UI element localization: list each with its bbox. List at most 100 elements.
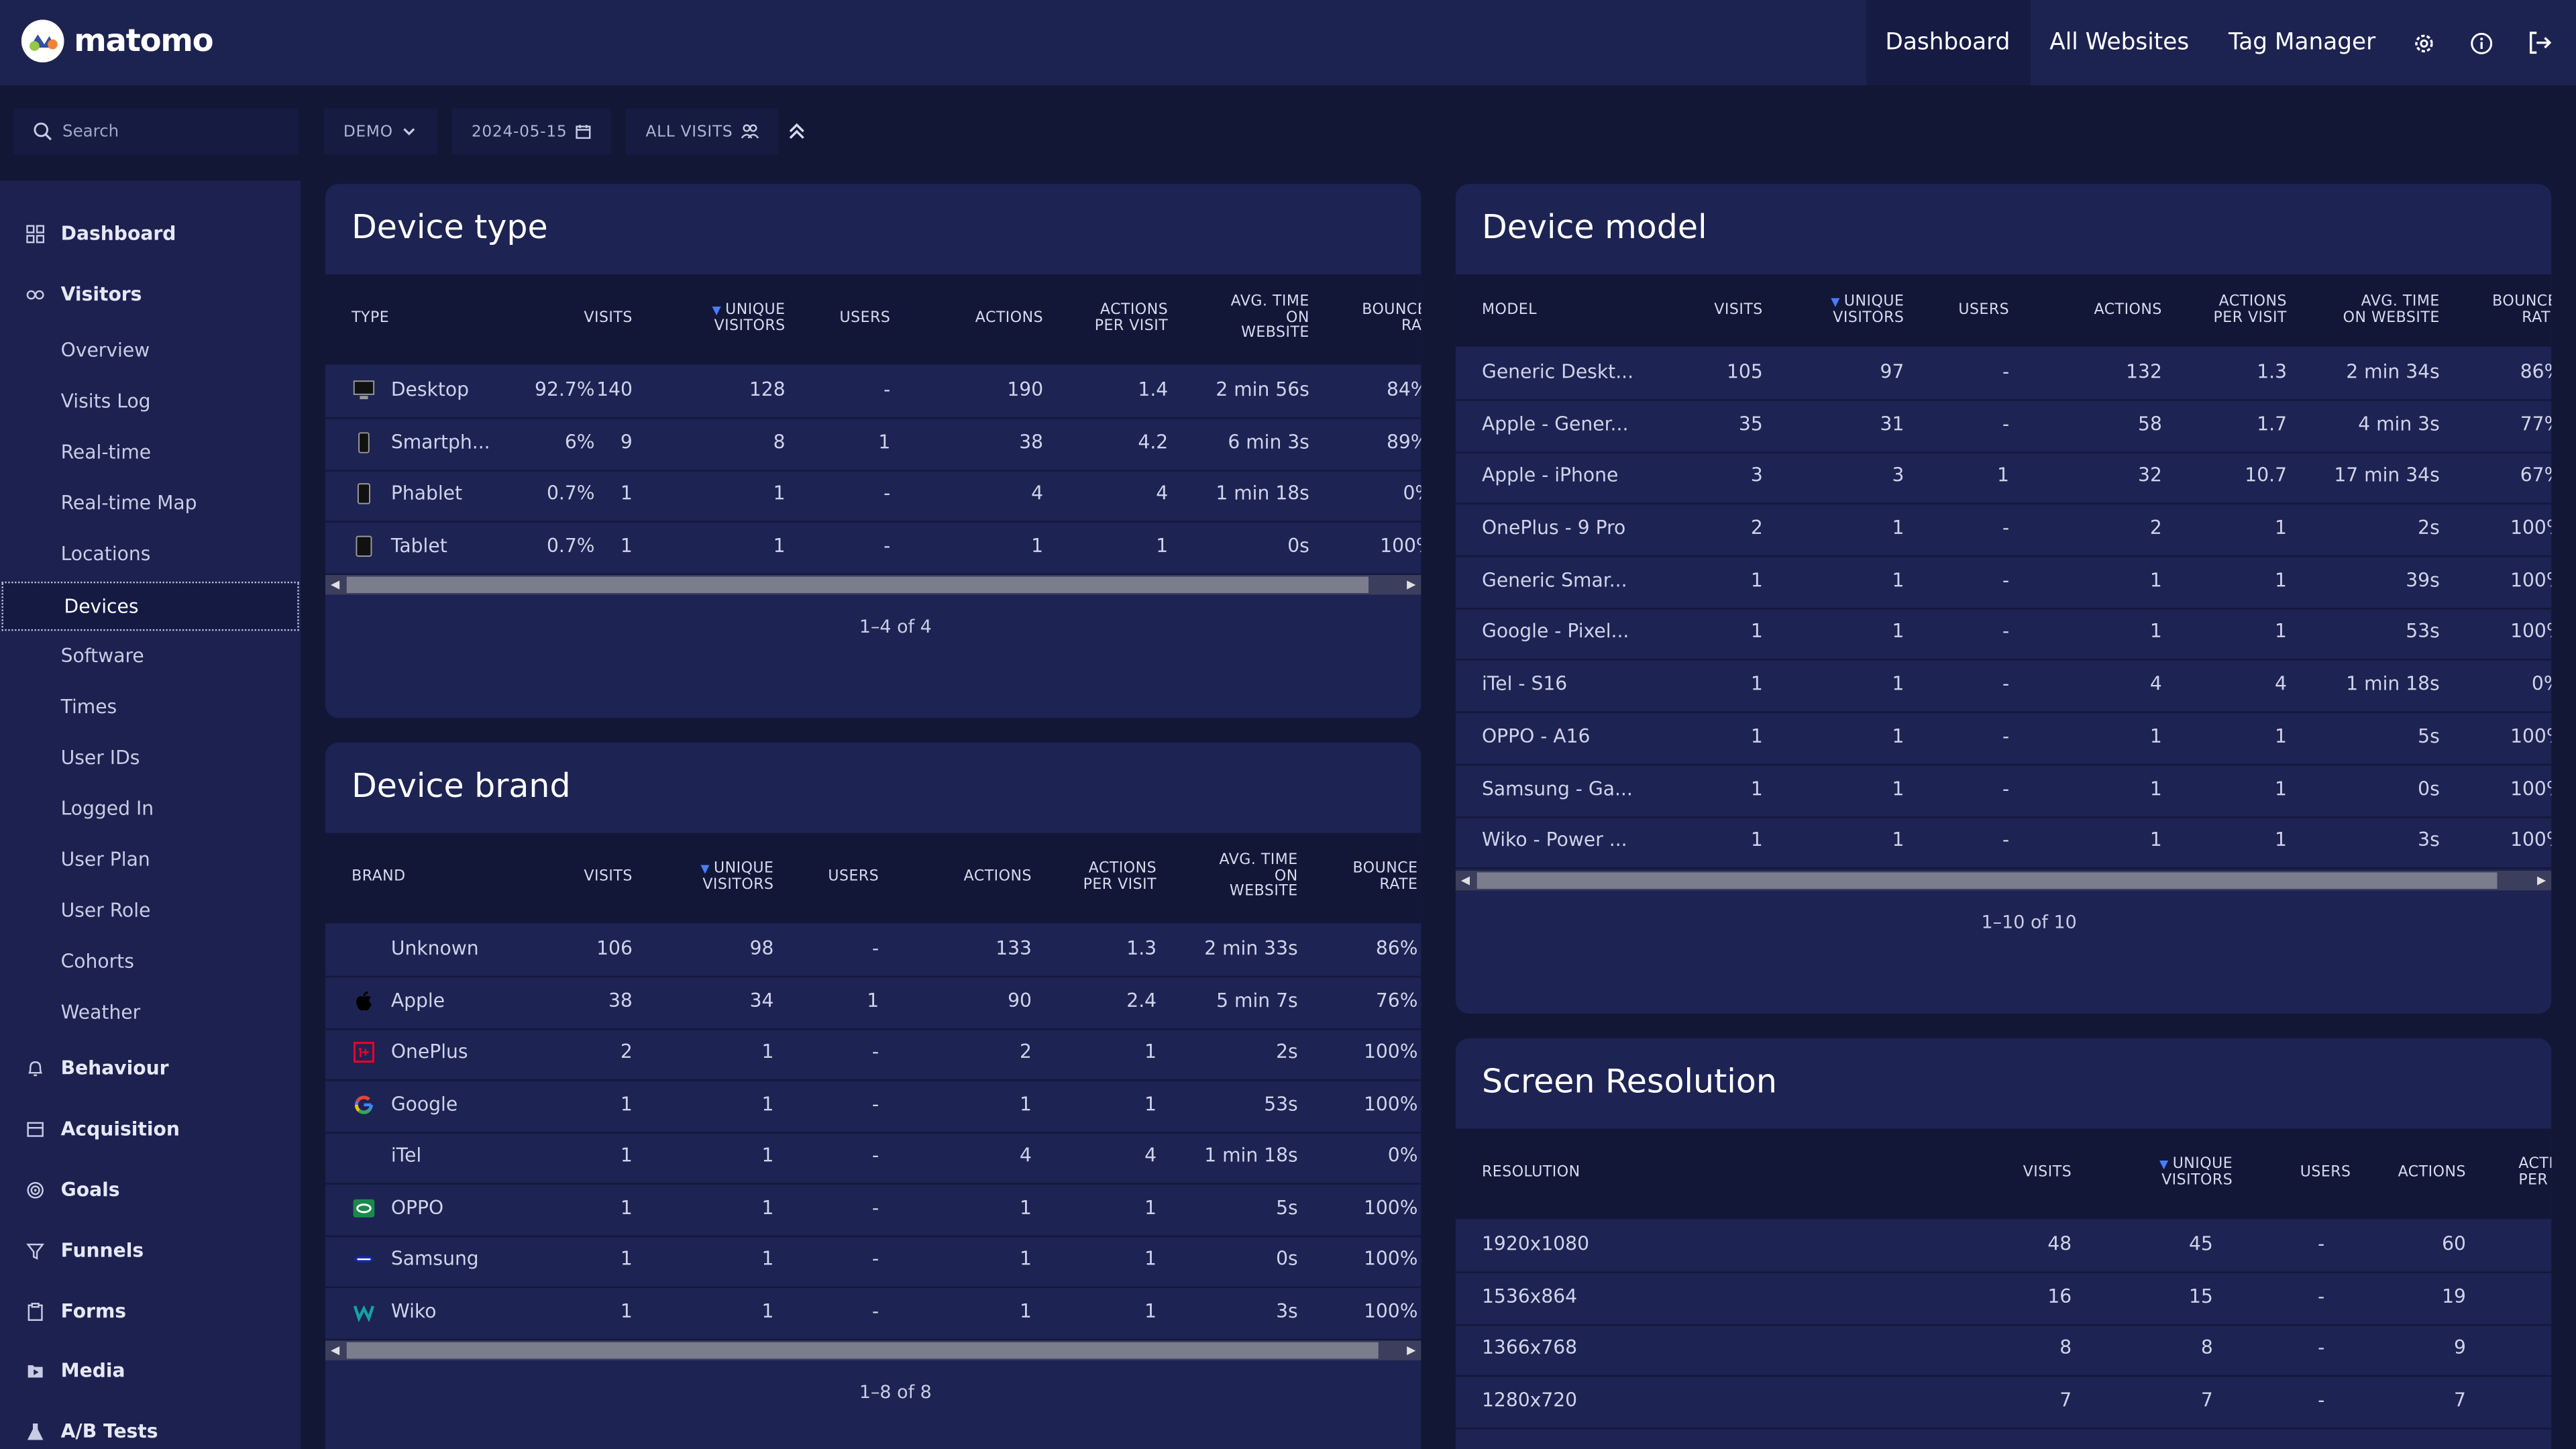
column-header-actions[interactable]: ACTIONS xyxy=(975,311,1043,327)
sidebar-section-ab-tests[interactable]: A/B Tests xyxy=(0,1406,301,1449)
segment-selector[interactable]: ALL VISITS xyxy=(626,108,780,155)
sidebar-section-goals[interactable]: Goals xyxy=(0,1165,301,1214)
scroll-right-icon[interactable]: ▶ xyxy=(2532,871,2551,890)
table-row[interactable]: Wiko - Power ... 1 1 - 1 1 3s 100% xyxy=(1455,815,2552,869)
column-header-brand[interactable]: BRAND xyxy=(352,870,406,886)
column-header-model[interactable]: MODEL xyxy=(1482,303,1537,319)
table-row[interactable]: Samsung - Ga... 1 1 - 1 1 0s 100% xyxy=(1455,764,2552,818)
table-row[interactable]: OnePlus 2 1 - 2 1 2s 100% xyxy=(325,1027,1421,1081)
column-header-resolution[interactable]: RESOLUTION xyxy=(1482,1166,1580,1182)
table-row[interactable]: Unknown 106 98 - 133 1.3 2 min 33s 86% xyxy=(325,923,1421,977)
sidebar-item-locations[interactable]: Locations xyxy=(0,529,301,578)
column-header-visits[interactable]: VISITS xyxy=(584,311,632,327)
sidebar-section-dashboard[interactable]: Dashboard xyxy=(0,209,301,258)
table-row[interactable]: iTel 1 1 - 4 4 1 min 18s 0% xyxy=(325,1130,1421,1184)
column-header-users[interactable]: USERS xyxy=(2300,1166,2351,1182)
logout-icon[interactable] xyxy=(2510,0,2576,85)
horizontal-scrollbar[interactable]: ◀ ▶ xyxy=(325,575,1421,595)
column-header-actions[interactable]: ACTIONS xyxy=(964,870,1032,886)
table-row[interactable]: 1366x768 8 8 - 9 xyxy=(1455,1322,2552,1377)
table-row[interactable]: 1280x720 7 7 - 7 xyxy=(1455,1375,2552,1429)
sidebar-section-forms[interactable]: Forms xyxy=(0,1287,301,1336)
table-row[interactable]: Generic Deskt... 105 97 - 132 1.3 2 min … xyxy=(1455,347,2552,400)
scroll-right-icon[interactable]: ▶ xyxy=(1401,1340,1421,1360)
topnav-tag-manager[interactable]: Tag Manager xyxy=(2209,0,2396,85)
sidebar-item-cohorts[interactable]: Cohorts xyxy=(0,936,301,985)
table-row[interactable]: Google - Pixel... 1 1 - 1 1 53s 100% xyxy=(1455,606,2552,660)
sidebar-item-visits-log[interactable]: Visits Log xyxy=(0,376,301,425)
table-row[interactable]: Tablet 0.7% 1 1 - 1 1 0s 100% xyxy=(325,521,1421,574)
column-header-unique-visitors[interactable]: ▼ UNIQUE VISITORS xyxy=(700,861,773,894)
scroll-right-icon[interactable]: ▶ xyxy=(1401,575,1421,594)
table-row[interactable]: Generic Smar... 1 1 - 1 1 39s 100% xyxy=(1455,555,2552,609)
sidebar-item-real-time-map[interactable]: Real-time Map xyxy=(0,478,301,527)
column-header-avg-time[interactable]: AVG. TIME ON WEBSITE xyxy=(2343,294,2440,327)
sidebar-item-user-ids[interactable]: User IDs xyxy=(0,733,301,782)
date-selector[interactable]: 2024-05-15 xyxy=(451,108,612,155)
table-row[interactable]: Wiko 1 1 - 1 1 3s 100% xyxy=(325,1287,1421,1340)
search-box[interactable]: Search xyxy=(13,108,299,155)
info-icon[interactable] xyxy=(2453,0,2510,85)
column-header-bounce-rate[interactable]: BOUNCERATE xyxy=(1362,303,1421,335)
topnav-all-websites[interactable]: All Websites xyxy=(2030,0,2209,85)
sidebar-item-times[interactable]: Times xyxy=(0,682,301,731)
sidebar-section-acquisition[interactable]: Acquisition xyxy=(0,1104,301,1153)
column-header-users[interactable]: USERS xyxy=(828,870,879,886)
table-row[interactable]: Apple - iPhone 3 3 1 32 10.7 17 min 34s … xyxy=(1455,450,2552,504)
table-row[interactable]: Apple - Gener... 35 31 - 58 1.7 4 min 3s… xyxy=(1455,399,2552,453)
column-header-visits[interactable]: VISITS xyxy=(584,870,632,886)
table-row[interactable]: Phablet 0.7% 1 1 - 4 4 1 min 18s 0% xyxy=(325,468,1421,522)
topnav-dashboard[interactable]: Dashboard xyxy=(1866,0,2030,86)
sidebar-item-overview[interactable]: Overview xyxy=(0,325,301,374)
table-row[interactable]: Google 1 1 - 1 1 53s 100% xyxy=(325,1079,1421,1133)
horizontal-scrollbar[interactable]: ◀ ▶ xyxy=(1455,870,2552,891)
column-header-unique-visitors[interactable]: ▼ UNIQUE VISITORS xyxy=(712,303,785,335)
sidebar-item-weather[interactable]: Weather xyxy=(0,987,301,1036)
sidebar-item-real-time[interactable]: Real-time xyxy=(0,427,301,476)
table-row[interactable]: iTel - S16 1 1 - 4 4 1 min 18s 0% xyxy=(1455,659,2552,712)
column-header-bounce-rate[interactable]: BOUNCERATE xyxy=(1353,861,1418,894)
matomo-logo[interactable]: matomo xyxy=(21,19,214,63)
sidebar-item-software[interactable]: Software xyxy=(0,631,301,680)
scroll-left-icon[interactable]: ◀ xyxy=(325,1340,345,1360)
scroll-left-icon[interactable]: ◀ xyxy=(325,575,345,594)
column-header-actions-per-visit[interactable]: ACTIONS PER VISIT xyxy=(1083,861,1157,894)
sidebar-item-logged-in[interactable]: Logged In xyxy=(0,784,301,833)
sidebar-section-funnels[interactable]: Funnels xyxy=(0,1226,301,1275)
sidebar-item-user-role[interactable]: User Role xyxy=(0,885,301,934)
sidebar-item-user-plan[interactable]: User Plan xyxy=(0,835,301,883)
scrollbar-thumb[interactable] xyxy=(346,576,1369,594)
column-header-unique-visitors[interactable]: ▼ UNIQUE VISITORS xyxy=(1831,294,1904,327)
sidebar-item-devices[interactable]: Devices xyxy=(1,581,299,631)
table-row[interactable]: OPPO 1 1 - 1 1 5s 100% xyxy=(325,1183,1421,1236)
gear-icon[interactable] xyxy=(2396,0,2453,85)
collapse-toggle-icon[interactable] xyxy=(786,118,808,150)
table-row[interactable]: OnePlus - 9 Pro 2 1 - 2 1 2s 100% xyxy=(1455,502,2552,556)
table-row[interactable]: Samsung 1 1 - 1 1 0s 100% xyxy=(325,1234,1421,1287)
table-row[interactable]: 1920x1080 48 45 - 60 xyxy=(1455,1219,2552,1273)
table-row[interactable]: Apple 38 34 1 90 2.4 5 min 7s 76% xyxy=(325,976,1421,1030)
sidebar-section-media[interactable]: Media xyxy=(0,1346,301,1395)
sidebar-section-behaviour[interactable]: Behaviour xyxy=(0,1043,301,1092)
column-header-actions-per-visit[interactable]: ACTIONS PER VISIT xyxy=(2213,294,2287,327)
scrollbar-thumb[interactable] xyxy=(1477,872,2498,889)
table-row[interactable]: Smartph... 6% 9 8 1 38 4.2 6 min 3s 89% xyxy=(325,417,1421,471)
table-row[interactable]: OPPO - A16 1 1 - 1 1 5s 100% xyxy=(1455,711,2552,765)
column-header-users[interactable]: USERS xyxy=(840,311,891,327)
column-header-avg-time[interactable]: AVG. TIME ON WEBSITE xyxy=(1220,853,1298,901)
horizontal-scrollbar[interactable]: ◀ ▶ xyxy=(325,1340,1421,1360)
scroll-left-icon[interactable]: ◀ xyxy=(1456,871,1475,890)
column-header-actions-per-visit[interactable]: ACTIONS PER VISIT xyxy=(1095,303,1169,335)
scrollbar-thumb[interactable] xyxy=(346,1342,1379,1359)
column-header-actions[interactable]: ACTIONS xyxy=(2398,1166,2466,1182)
sidebar-section-visitors[interactable]: Visitors xyxy=(0,270,301,319)
column-header-unique-visitors[interactable]: ▼ UNIQUE VISITORS xyxy=(2159,1157,2233,1190)
column-header-actions-per-visit[interactable]: ACTI PER xyxy=(2518,1157,2551,1190)
column-header-users[interactable]: USERS xyxy=(1958,303,2009,319)
search-input[interactable]: Search xyxy=(62,122,119,140)
column-header-avg-time[interactable]: AVG. TIME ON WEBSITE xyxy=(1231,294,1309,343)
column-header-visits[interactable]: VISITS xyxy=(1714,303,1762,319)
column-header-actions[interactable]: ACTIONS xyxy=(2094,303,2162,319)
table-row[interactable]: 1536x864 16 15 - 19 xyxy=(1455,1272,2552,1326)
table-row[interactable]: Desktop 92.7% 140 128 - 190 1.4 2 min 56… xyxy=(325,365,1421,419)
